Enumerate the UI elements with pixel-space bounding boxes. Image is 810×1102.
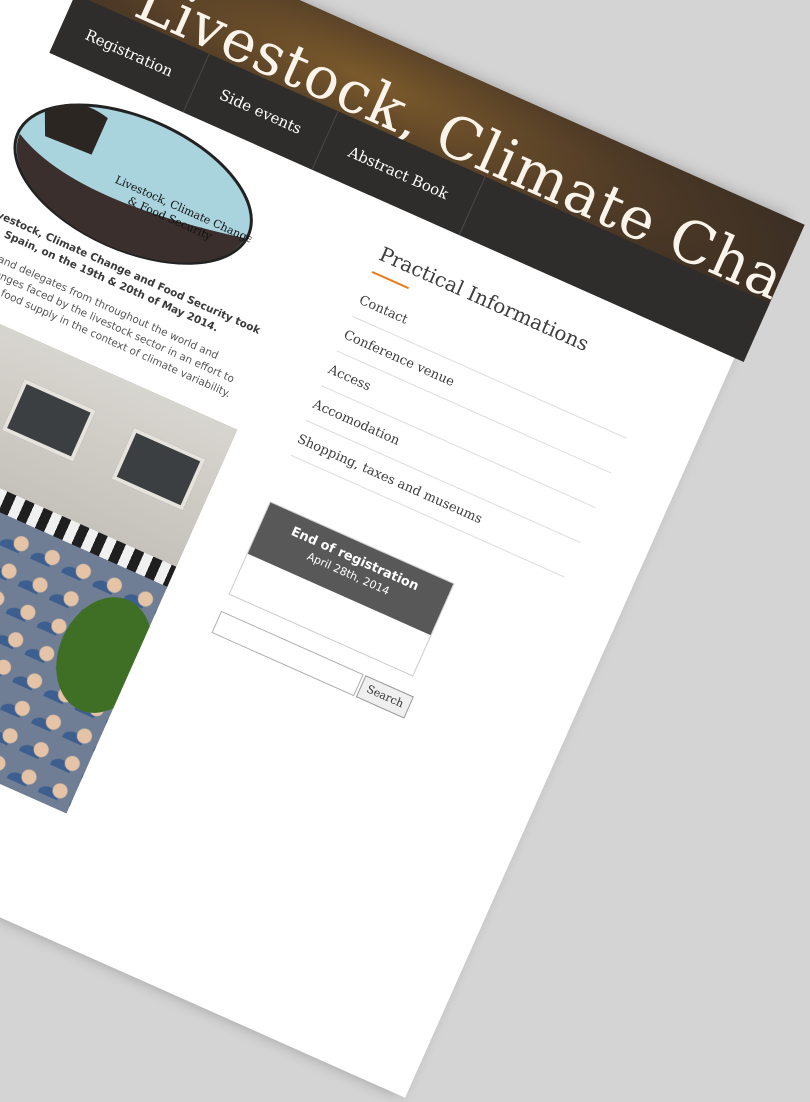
registration-banner: End of registration April 28th, 2014 xyxy=(247,502,454,636)
search-button[interactable]: Search xyxy=(355,675,415,719)
page-canvas: Livestock, Climate Change and Food Secur… xyxy=(0,0,805,1098)
registration-heading: End of registration xyxy=(288,524,421,595)
window xyxy=(1,378,96,462)
window xyxy=(111,427,206,511)
registration-date: April 28th, 2014 xyxy=(304,549,392,598)
